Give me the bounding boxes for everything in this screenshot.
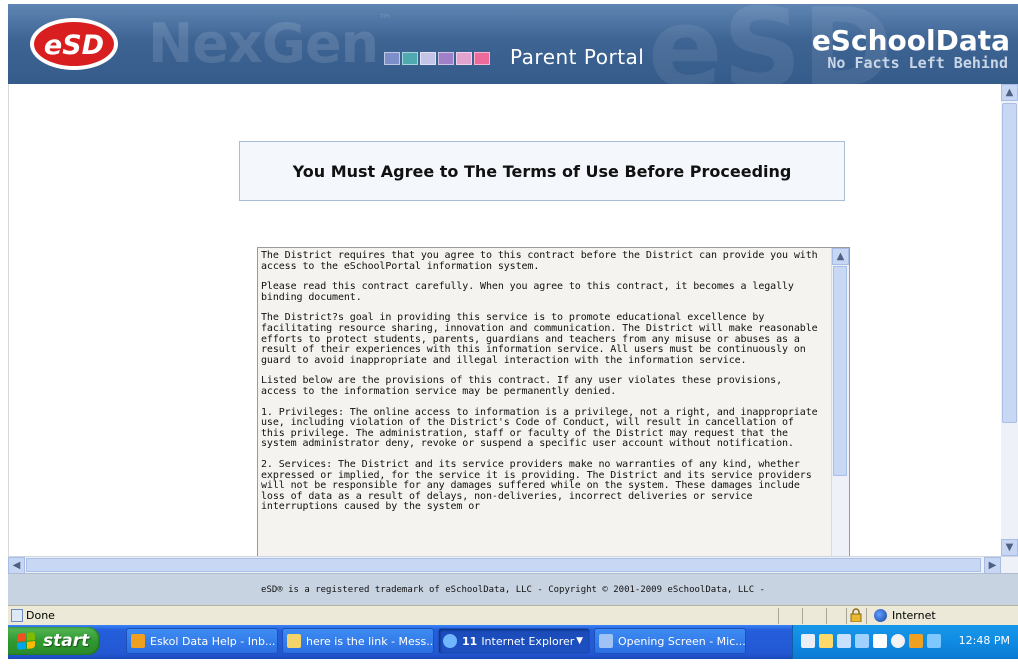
tool-icon[interactable] [837,634,851,648]
envelope-icon [287,634,301,648]
security-zone-label: Internet [892,609,936,622]
status-divider [866,608,867,624]
terms-paragraph: Please read this contract carefully. Whe… [261,281,794,303]
windows-taskbar: start Eskol Data Help - Inb... here is t… [8,625,1018,659]
color-squares-decoration [384,52,490,65]
terms-scroll-up-button[interactable]: ▲ [832,248,849,265]
color-square [474,52,490,65]
status-divider [802,608,803,624]
copyright-text: eSD® is a registered trademark of eSchoo… [261,585,765,595]
internet-zone-icon [874,609,887,622]
internet-explorer-icon [443,634,457,648]
page-footer: eSD® is a registered trademark of eSchoo… [8,573,1018,606]
page-vertical-scrollbar[interactable]: ▲ ▼ [1001,84,1018,556]
terms-paragraph: 2. Services: The District and its servic… [261,458,812,513]
portal-title: Parent Portal [510,45,645,69]
browser-status-bar: Done Internet [8,605,1018,626]
taskbar-item-label: Internet Explorer [481,634,575,648]
start-label: start [43,631,90,651]
color-square [456,52,472,65]
clock: 12:48 PM [958,634,1010,647]
scroll-left-button[interactable]: ◀ [8,557,25,574]
page-done-icon [11,609,23,622]
page-viewport: You Must Agree to The Terms of Use Befor… [8,84,1002,556]
taskbar-item-label: Opening Screen - Mic... [618,634,746,648]
scroll-right-button[interactable]: ▶ [984,557,1001,574]
terms-text: The District requires that you agree to … [261,250,821,523]
system-tray: 12:48 PM [792,625,1018,659]
terms-textarea[interactable]: The District requires that you agree to … [257,247,850,556]
color-square [420,52,436,65]
outlook-icon [131,634,145,648]
question-icon[interactable] [873,634,887,648]
banner-watermark-text: NexGen™ [148,12,392,75]
terms-scroll-thumb[interactable] [833,266,847,476]
page-vertical-scroll-thumb[interactable] [1002,103,1017,423]
terms-heading: You Must Agree to The Terms of Use Befor… [292,161,792,181]
outlook-tray-icon[interactable] [909,634,923,648]
page-scroll-up-button[interactable]: ▲ [1001,84,1018,101]
status-divider [778,608,779,624]
start-button[interactable]: start [8,627,100,655]
taskbar-item-label: here is the link - Mess... [306,634,434,648]
chevron-down-icon: ▼ [576,636,583,646]
svg-text:eSD: eSD [44,30,104,61]
browser-window: NexGen™ eSD eSD Parent Portal eSchoolDat… [8,4,1018,659]
header-banner: NexGen™ eSD eSD Parent Portal eSchoolDat… [8,4,1018,84]
esd-logo: eSD [30,18,118,70]
status-text: Done [26,609,55,622]
status-divider [826,608,827,624]
page-scroll-down-button[interactable]: ▼ [1001,539,1018,556]
color-square [384,52,400,65]
document-icon [599,634,613,648]
terms-header-box: You Must Agree to The Terms of Use Befor… [239,141,845,201]
terms-paragraph: Listed below are the provisions of this … [261,375,783,397]
pen-icon[interactable] [801,634,815,648]
taskbar-item-internet-explorer[interactable]: 11 Internet Explorer ▼ [438,628,590,654]
help-icon[interactable] [855,634,869,648]
chevron-left-icon[interactable] [891,634,905,648]
lock-icon [850,608,862,622]
page-horizontal-scroll-thumb[interactable] [26,558,981,572]
windows-logo-icon [17,632,35,650]
taskbar-item-eskol-help[interactable]: Eskol Data Help - Inb... [126,628,278,654]
brand-name: eSchoolData [811,24,1010,57]
terms-scrollbar[interactable]: ▲ [831,248,849,556]
taskbar-item-opening-screen[interactable]: Opening Screen - Mic... [594,628,746,654]
taskbar-item-message[interactable]: here is the link - Mess... [282,628,434,654]
color-square [438,52,454,65]
page-horizontal-scrollbar[interactable]: ◀ ▶ [8,556,1018,574]
window-count: 11 [462,634,478,648]
taskbar-item-label: Eskol Data Help - Inb... [150,634,276,648]
brand-tagline: No Facts Left Behind [827,54,1008,72]
color-square [402,52,418,65]
terms-paragraph: The District?s goal in providing this se… [261,312,818,366]
terms-paragraph: The District requires that you agree to … [261,250,818,272]
status-divider [846,608,847,624]
monitor-icon[interactable] [927,634,941,648]
terms-paragraph: 1. Privileges: The online access to info… [261,406,818,450]
network-icon[interactable] [819,634,833,648]
